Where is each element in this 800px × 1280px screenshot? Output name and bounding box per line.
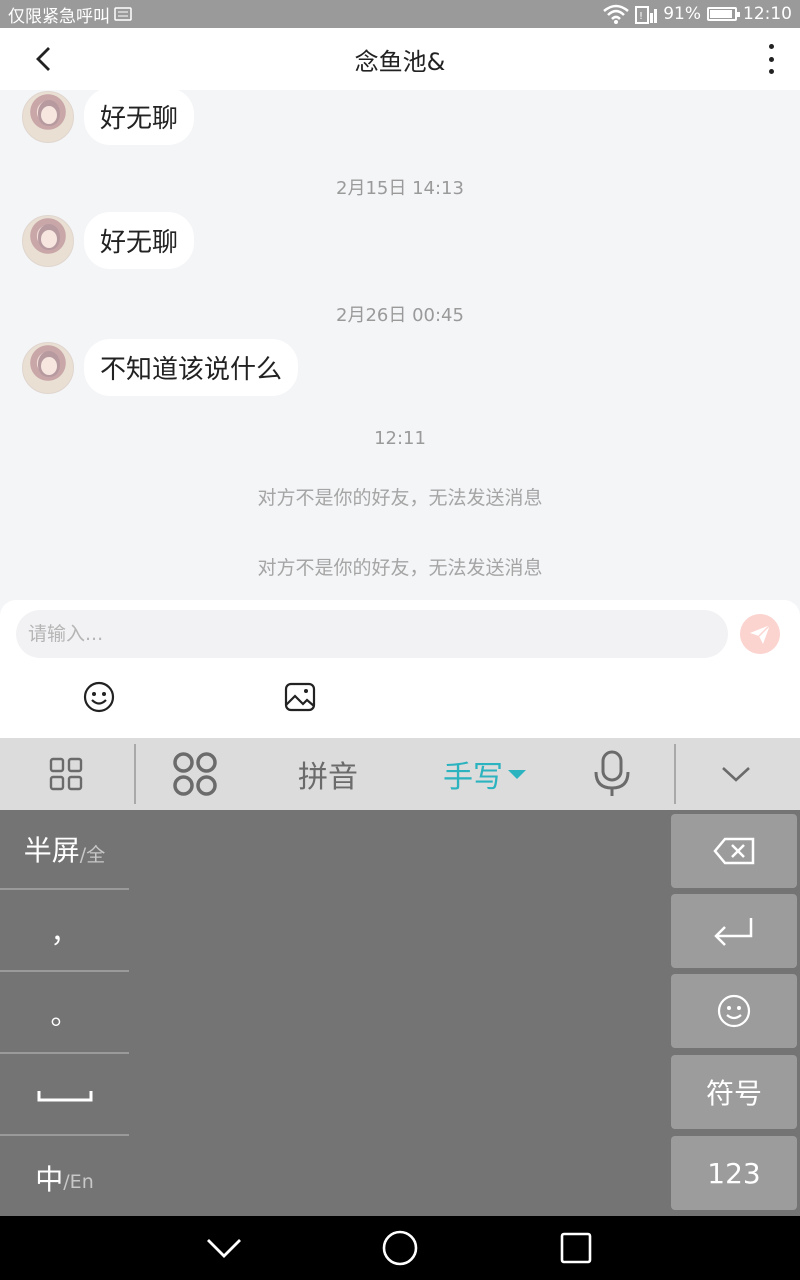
- battery-percent: 91%: [663, 4, 701, 24]
- emoji-icon[interactable]: [82, 680, 116, 714]
- message-timestamp: 2月26日 00:45: [336, 305, 464, 326]
- system-notice: 对方不是你的好友，无法发送消息: [257, 487, 543, 509]
- space-key[interactable]: [0, 1056, 129, 1136]
- dropdown-caret-icon: [508, 770, 526, 779]
- system-nav-bar: [0, 1216, 800, 1280]
- message-item: 好无聊: [22, 212, 195, 269]
- handwrite-mode-button[interactable]: 手写: [430, 738, 540, 810]
- symbols-key[interactable]: 符号: [671, 1055, 797, 1129]
- chevron-down-icon[interactable]: [704, 738, 768, 810]
- full-screen-label: /全: [79, 843, 106, 866]
- lang-alt-label: /En: [63, 1171, 94, 1193]
- handwrite-label: 手写: [443, 760, 503, 795]
- numbers-key[interactable]: 123: [671, 1136, 797, 1210]
- carrier-text: 仅限紧急呼叫: [8, 6, 110, 27]
- enter-key[interactable]: [671, 894, 797, 968]
- status-time: 12:10: [743, 4, 792, 24]
- period-key[interactable]: 。: [0, 974, 129, 1054]
- message-composer: [0, 600, 800, 738]
- send-icon: [750, 624, 771, 644]
- comma-label: ，: [50, 916, 79, 949]
- microphone-icon[interactable]: [584, 738, 640, 810]
- message-item: 好无聊: [22, 90, 195, 145]
- page-title: 念鱼池&: [354, 47, 446, 76]
- clover-icon[interactable]: [160, 738, 230, 810]
- chat-list[interactable]: 好无聊 2月15日 14:13 好无聊 2月26日 00:45 不知道该说什么 …: [0, 90, 800, 600]
- battery-icon: [707, 7, 740, 21]
- status-bar: 仅限紧急呼叫 ! 91% 12:10: [0, 0, 800, 28]
- message-bubble[interactable]: 好无聊: [84, 90, 195, 145]
- toolbar-divider: [134, 744, 136, 804]
- more-vertical-icon[interactable]: [766, 44, 776, 74]
- message-item: 不知道该说什么: [22, 339, 299, 396]
- nav-recents-icon[interactable]: [556, 1230, 596, 1266]
- system-notice: 对方不是你的好友，无法发送消息: [257, 557, 543, 579]
- backspace-key[interactable]: [671, 814, 797, 888]
- language-switch-key[interactable]: 中/En: [0, 1138, 129, 1218]
- signal-icon: !: [635, 6, 658, 24]
- avatar[interactable]: [22, 90, 74, 143]
- toolbar-divider: [674, 744, 676, 804]
- avatar[interactable]: [22, 214, 74, 267]
- handwriting-keyboard[interactable]: 半屏/全 ， 。 中/En 符号 123: [0, 810, 800, 1216]
- emoji-key[interactable]: [671, 974, 797, 1048]
- comma-key[interactable]: ，: [0, 892, 129, 972]
- keyboard-toolbar: 拼音 手写: [0, 738, 800, 810]
- wifi-icon: [603, 4, 630, 24]
- enter-icon: [714, 918, 753, 946]
- avatar[interactable]: [22, 341, 74, 394]
- nav-home-icon[interactable]: [380, 1230, 420, 1266]
- message-bubble[interactable]: 好无聊: [84, 212, 195, 269]
- nav-back-icon[interactable]: [204, 1230, 244, 1266]
- sim-card-icon: [114, 7, 132, 21]
- send-button[interactable]: [740, 614, 780, 654]
- space-icon: [37, 1091, 92, 1102]
- message-bubble[interactable]: 不知道该说什么: [84, 339, 299, 396]
- backspace-icon: [713, 837, 755, 865]
- half-screen-label: 半屏: [23, 834, 80, 867]
- svg-text:!: !: [639, 11, 643, 22]
- back-arrow-icon[interactable]: [30, 44, 58, 74]
- pinyin-mode-button[interactable]: 拼音: [280, 738, 376, 810]
- lang-main-label: 中: [35, 1163, 64, 1196]
- period-label: 。: [50, 998, 79, 1031]
- message-timestamp: 2月15日 14:13: [336, 178, 464, 199]
- message-timestamp: 12:11: [374, 428, 426, 449]
- chat-header: 念鱼池&: [0, 28, 800, 90]
- message-input[interactable]: [16, 610, 728, 658]
- emoji-icon: [717, 994, 751, 1028]
- grid-icon[interactable]: [30, 738, 102, 810]
- half-screen-key[interactable]: 半屏/全: [0, 810, 129, 890]
- image-icon[interactable]: [283, 680, 317, 714]
